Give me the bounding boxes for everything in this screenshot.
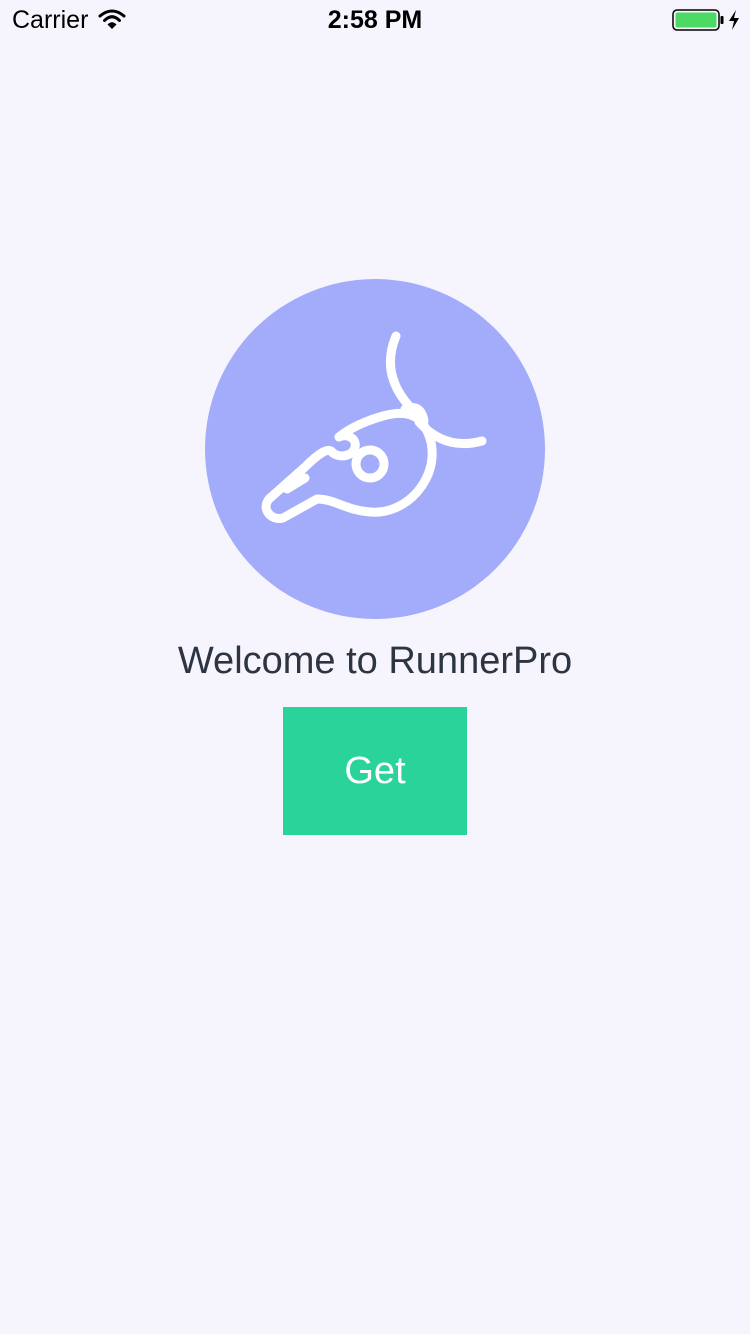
wifi-icon: [98, 9, 126, 29]
app-logo: [205, 279, 545, 619]
get-button[interactable]: Get: [283, 707, 467, 835]
status-bar: Carrier 2:58 PM: [0, 0, 750, 40]
carrier-label: Carrier: [12, 6, 89, 34]
charging-bolt-icon: [729, 10, 739, 30]
whistle-icon: [261, 331, 487, 523]
battery-icon: [672, 9, 724, 31]
welcome-title: Welcome to RunnerPro: [177, 640, 573, 682]
